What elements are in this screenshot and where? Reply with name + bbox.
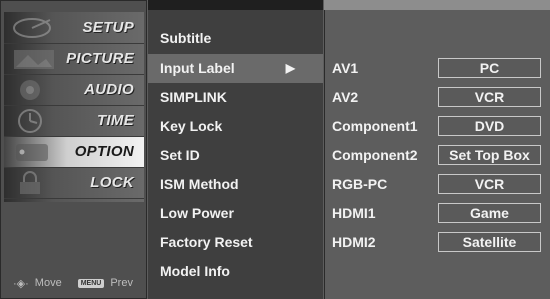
satellite-dish-icon [13, 18, 51, 38]
input-label-row[interactable]: HDMI2 Satellite [325, 228, 550, 257]
option-label: Low Power [160, 205, 234, 221]
prev-label: Prev [110, 277, 133, 289]
label-value-box[interactable]: Satellite [438, 232, 541, 252]
category-option[interactable]: OPTION [4, 137, 144, 168]
option-ism-method[interactable]: ISM Method [148, 170, 323, 199]
option-label: ISM Method [160, 176, 239, 192]
option-factory-reset[interactable]: Factory Reset [148, 228, 323, 257]
label-value-box[interactable]: Set Top Box [438, 145, 541, 165]
source-name: HDMI2 [332, 234, 376, 250]
category-label: LOCK [90, 174, 134, 191]
input-label-panel: AV1 PC AV2 VCR Component1 DVD Component2… [324, 10, 550, 299]
category-label: TIME [96, 112, 134, 129]
menu-key-badge: MENU [77, 278, 105, 288]
source-name: RGB-PC [332, 176, 388, 192]
option-tag-icon [16, 144, 48, 161]
option-label: Input Label [160, 60, 235, 76]
input-label-row[interactable]: RGB-PC VCR [325, 170, 550, 199]
label-value-box[interactable]: VCR [438, 174, 541, 194]
category-menu: SETUP PICTURE AUDIO TIME OPTION LOCK ·◈·… [0, 0, 147, 299]
category-setup[interactable]: SETUP [4, 13, 144, 44]
detail-header-bar [324, 0, 550, 10]
option-input-label[interactable]: Input Label ▶ [148, 54, 323, 83]
category-label: PICTURE [66, 50, 134, 67]
move-label: Move [34, 277, 62, 289]
category-audio[interactable]: AUDIO [4, 75, 144, 106]
clock-icon [18, 109, 42, 133]
move-icon: ·◈· [13, 277, 29, 290]
category-lock[interactable]: LOCK [4, 168, 144, 199]
input-label-row[interactable]: Component1 DVD [325, 112, 550, 141]
option-subtitle[interactable]: Subtitle [148, 24, 323, 53]
category-picture[interactable]: PICTURE [4, 44, 144, 75]
option-label: Model Info [160, 263, 230, 279]
input-label-row[interactable]: Component2 Set Top Box [325, 141, 550, 170]
key-help-footer: ·◈· Move MENU Prev [13, 275, 133, 291]
option-label: SIMPLINK [160, 89, 227, 105]
label-value-box[interactable]: VCR [438, 87, 541, 107]
category-label: OPTION [74, 143, 134, 160]
lock-icon [20, 171, 40, 194]
source-name: Component1 [332, 118, 418, 134]
source-name: AV2 [332, 89, 359, 105]
source-name: Component2 [332, 147, 418, 163]
source-name: AV1 [332, 60, 359, 76]
option-label: Factory Reset [160, 234, 253, 250]
label-value-box[interactable]: PC [438, 58, 541, 78]
tv-osd-menu: SETUP PICTURE AUDIO TIME OPTION LOCK ·◈·… [0, 0, 550, 299]
input-label-row[interactable]: AV2 VCR [325, 83, 550, 112]
category-label: SETUP [82, 19, 134, 36]
label-value-box[interactable]: Game [438, 203, 541, 223]
option-low-power[interactable]: Low Power [148, 199, 323, 228]
option-label: Set ID [160, 147, 200, 163]
picture-icon [14, 50, 54, 69]
input-label-row[interactable]: HDMI1 Game [325, 199, 550, 228]
category-time[interactable]: TIME [4, 106, 144, 137]
submenu-arrow-icon: ▶ [285, 61, 295, 75]
option-set-id[interactable]: Set ID [148, 141, 323, 170]
option-label: Subtitle [160, 30, 212, 46]
category-label: AUDIO [84, 81, 134, 98]
source-name: HDMI1 [332, 205, 376, 221]
input-label-row[interactable]: AV1 PC [325, 54, 550, 83]
options-header-bar [148, 0, 323, 10]
option-menu: Subtitle Input Label ▶ SIMPLINK Key Lock… [148, 10, 323, 299]
speaker-icon [20, 80, 40, 100]
option-model-info[interactable]: Model Info [148, 257, 323, 286]
option-key-lock[interactable]: Key Lock [148, 112, 323, 141]
label-value-box[interactable]: DVD [438, 116, 541, 136]
option-simplink[interactable]: SIMPLINK [148, 83, 323, 112]
option-label: Key Lock [160, 118, 223, 134]
